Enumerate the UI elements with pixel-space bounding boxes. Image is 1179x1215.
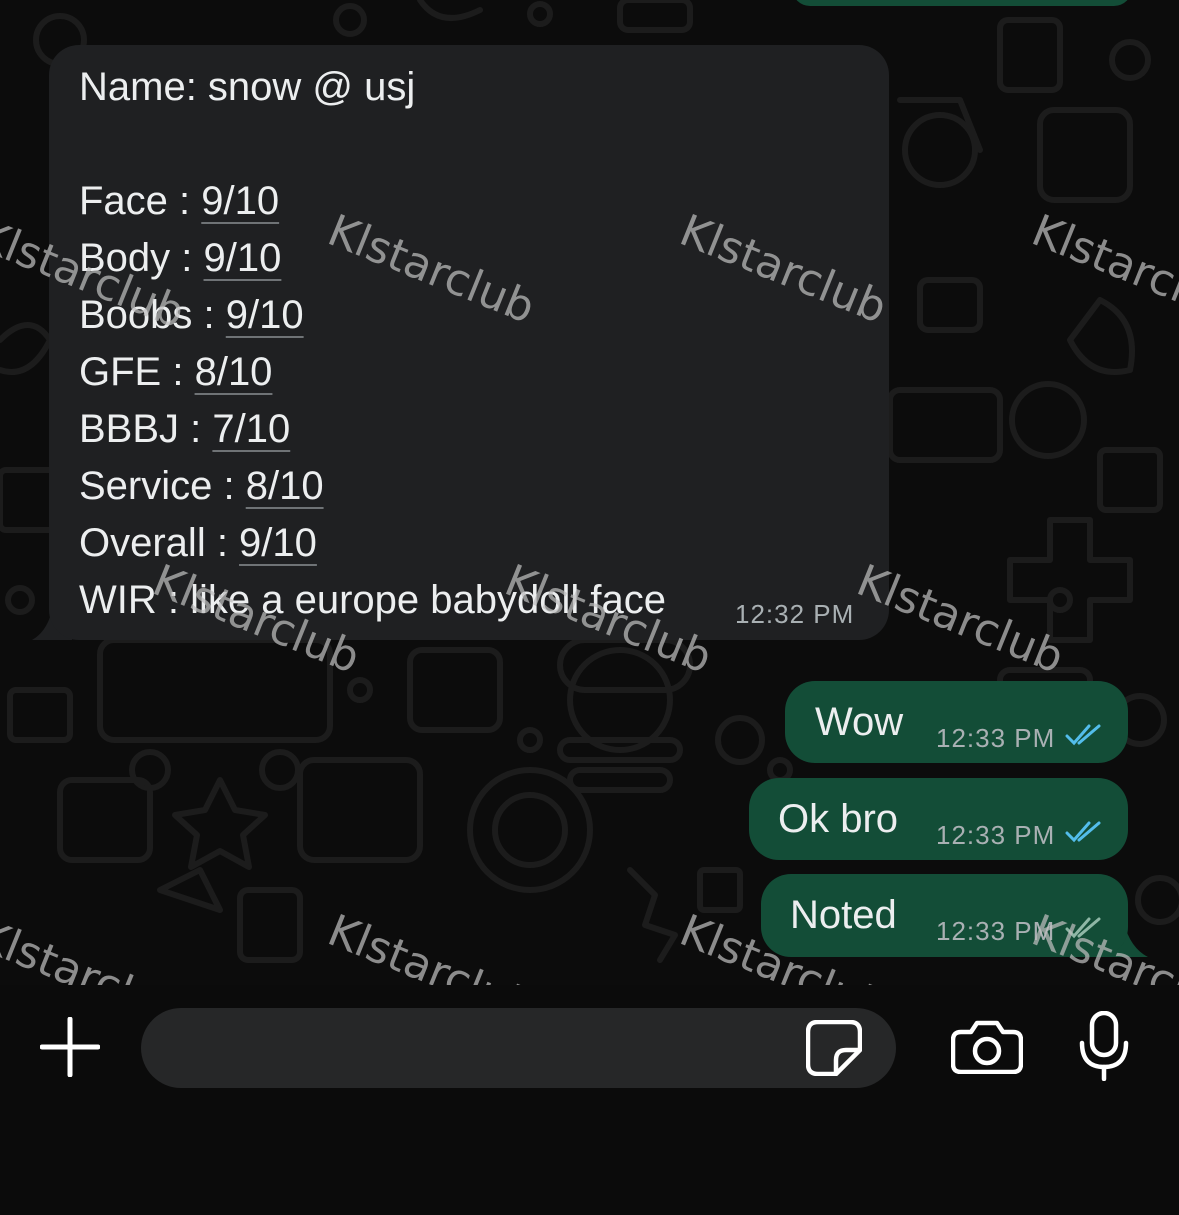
rating-bbbj: BBBJ : 7/10 bbox=[79, 401, 290, 458]
rating-overall: Overall : 9/10 bbox=[79, 515, 317, 572]
rating-value: 9/10 bbox=[201, 179, 280, 223]
rating-label: Boobs : bbox=[79, 293, 226, 337]
previous-outgoing-bubble bbox=[792, 0, 1132, 6]
message-timestamp: 12:33 PM bbox=[936, 723, 1056, 753]
rating-label: Face : bbox=[79, 179, 202, 223]
rating-label: Overall : bbox=[79, 521, 240, 565]
outgoing-message-bubble[interactable]: Wow 12:33 PM bbox=[785, 681, 1128, 763]
rating-value: 9/10 bbox=[203, 236, 282, 280]
message-text: Noted bbox=[790, 893, 897, 937]
incoming-message-bubble[interactable]: Name: snow @ usj Face : 9/10 Body : 9/10… bbox=[49, 45, 889, 640]
rating-value: 9/10 bbox=[225, 293, 304, 337]
rating-label: GFE : bbox=[79, 350, 195, 394]
rating-service: Service : 8/10 bbox=[79, 458, 324, 515]
message-timestamp: 12:33 PM bbox=[936, 820, 1056, 850]
read-receipt-icon bbox=[1065, 821, 1101, 843]
rating-gfe: GFE : 8/10 bbox=[79, 344, 272, 401]
message-line-name: Name: snow @ usj bbox=[79, 59, 415, 116]
message-line-label: WIR : like a europe babydoll face bbox=[79, 578, 666, 622]
read-receipt-icon bbox=[1065, 917, 1101, 939]
message-line-label: Name: snow @ usj bbox=[79, 65, 416, 109]
message-timestamp: 12:32 PM bbox=[735, 599, 855, 629]
rating-boobs: Boobs : 9/10 bbox=[79, 287, 304, 344]
message-line-wir: WIR : like a europe babydoll face bbox=[79, 572, 666, 629]
message-input[interactable] bbox=[141, 1008, 896, 1088]
microphone-icon[interactable] bbox=[1079, 1011, 1129, 1081]
rating-value: 8/10 bbox=[245, 464, 324, 508]
plus-icon[interactable] bbox=[40, 1017, 100, 1077]
rating-label: Body : bbox=[79, 236, 204, 280]
rating-value: 9/10 bbox=[239, 521, 317, 565]
message-timestamp: 12:33 PM bbox=[936, 916, 1056, 946]
rating-face: Face : 9/10 bbox=[79, 173, 279, 230]
chat-area[interactable]: Name: snow @ usj Face : 9/10 Body : 9/10… bbox=[0, 0, 1179, 985]
camera-icon[interactable] bbox=[951, 1020, 1023, 1074]
rating-label: Service : bbox=[79, 464, 246, 508]
rating-value: 7/10 bbox=[212, 407, 291, 451]
outgoing-message-bubble[interactable]: Ok bro 12:33 PM bbox=[749, 778, 1128, 860]
rating-body: Body : 9/10 bbox=[79, 230, 281, 287]
message-composer bbox=[0, 985, 1179, 1215]
message-text: Ok bro bbox=[778, 797, 899, 841]
outgoing-message-bubble[interactable]: Noted 12:33 PM bbox=[761, 874, 1128, 957]
rating-label: BBBJ : bbox=[79, 407, 213, 451]
read-receipt-icon bbox=[1065, 724, 1101, 746]
message-text: Wow bbox=[815, 700, 904, 744]
rating-value: 8/10 bbox=[194, 350, 273, 394]
sticker-icon[interactable] bbox=[806, 1020, 862, 1076]
